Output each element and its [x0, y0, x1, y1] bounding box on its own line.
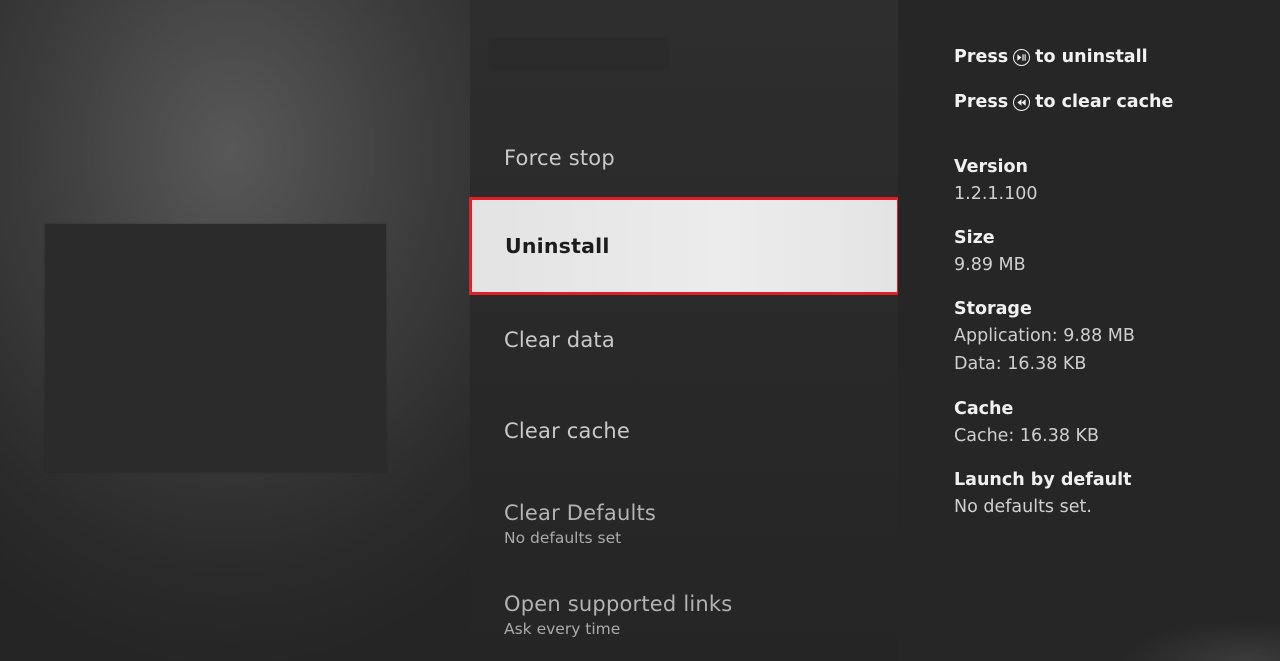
clear-defaults-status: No defaults set	[504, 528, 622, 547]
app-actions-menu: Force stop Uninstall Clear data Clear ca…	[469, 0, 900, 661]
storage-heading: Storage	[954, 299, 1032, 319]
cache-heading: Cache	[954, 399, 1014, 419]
open-supported-links-button[interactable]: Open supported links Ask every time	[470, 569, 898, 660]
open-supported-links-label: Open supported links	[504, 591, 733, 616]
clear-cache-hint-suffix: to clear cache	[1035, 92, 1174, 112]
clear-cache-hint: Press to clear cache	[954, 92, 1173, 112]
size-heading: Size	[954, 228, 995, 248]
clear-data-button[interactable]: Clear data	[470, 294, 898, 385]
launch-default-info: Launch by default No defaults set.	[954, 467, 1131, 521]
uninstall-hint-suffix: to uninstall	[1035, 47, 1148, 67]
clear-defaults-label: Clear Defaults	[504, 500, 657, 525]
clear-defaults-button[interactable]: Clear Defaults No defaults set	[470, 478, 898, 569]
cache-value: Cache: 16.38 KB	[954, 426, 1100, 446]
storage-info: Storage Application: 9.88 MB Data: 16.38…	[954, 296, 1135, 378]
storage-application-value: Application: 9.88 MB	[954, 326, 1135, 346]
clear-cache-button[interactable]: Clear cache	[470, 385, 898, 476]
uninstall-hint: Press to uninstall	[954, 47, 1148, 67]
uninstall-hint-prefix: Press	[954, 47, 1009, 67]
size-info: Size 9.89 MB	[954, 225, 1026, 279]
version-heading: Version	[954, 157, 1028, 177]
app-title-placeholder	[490, 38, 668, 70]
size-value: 9.89 MB	[954, 255, 1026, 275]
rewind-icon	[1013, 93, 1031, 111]
uninstall-button[interactable]: Uninstall	[469, 197, 900, 295]
force-stop-button[interactable]: Force stop	[470, 112, 898, 203]
open-supported-links-status: Ask every time	[504, 619, 621, 638]
clear-cache-hint-prefix: Press	[954, 92, 1009, 112]
app-icon-tile	[45, 224, 386, 472]
app-info-panel: Press to uninstall Press to clear cache	[898, 0, 1280, 661]
corner-glow	[1120, 621, 1280, 661]
app-preview-panel	[0, 0, 470, 661]
version-value: 1.2.1.100	[954, 184, 1038, 204]
version-info: Version 1.2.1.100	[954, 154, 1038, 208]
app-settings-screen: Force stop Uninstall Clear data Clear ca…	[0, 0, 1280, 661]
launch-default-value: No defaults set.	[954, 497, 1092, 517]
storage-data-value: Data: 16.38 KB	[954, 354, 1087, 374]
clear-data-label: Clear data	[504, 327, 615, 352]
uninstall-label: Uninstall	[505, 234, 610, 258]
cache-info: Cache Cache: 16.38 KB	[954, 396, 1099, 450]
launch-default-heading: Launch by default	[954, 470, 1132, 490]
clear-cache-label: Clear cache	[504, 418, 630, 443]
force-stop-label: Force stop	[504, 145, 615, 170]
play-pause-icon	[1013, 48, 1031, 66]
